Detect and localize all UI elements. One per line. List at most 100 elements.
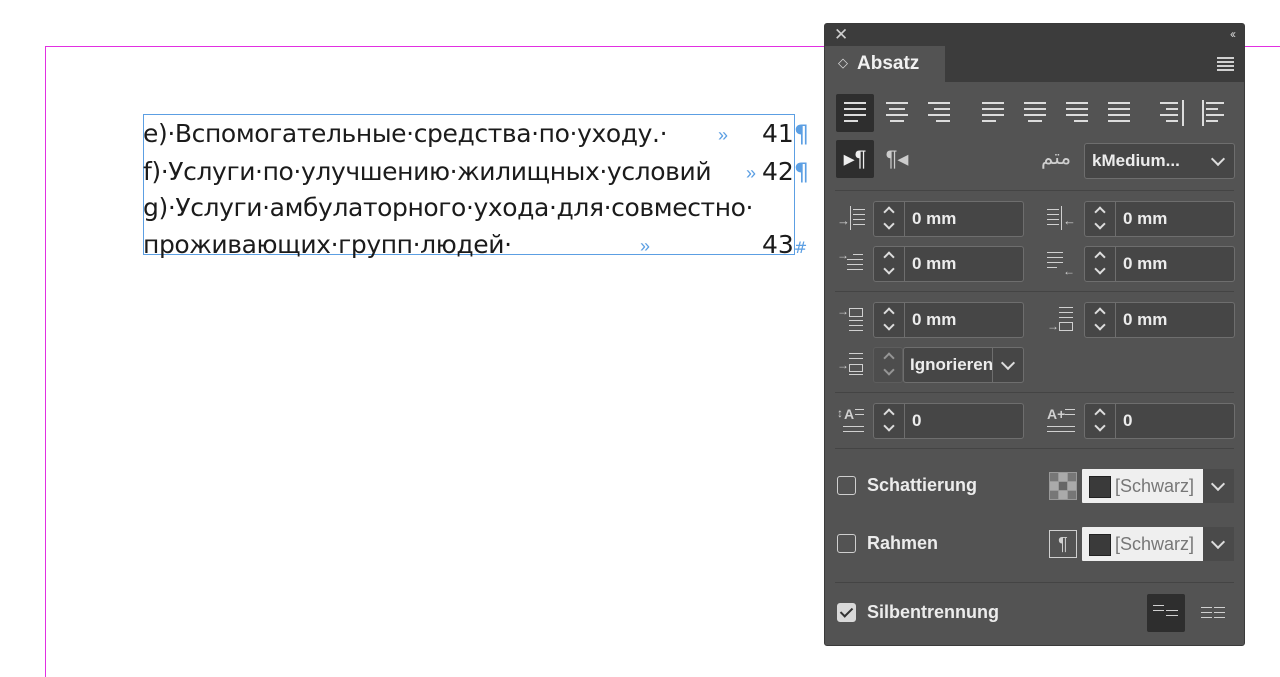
- space-after-value[interactable]: 0 mm: [1123, 310, 1167, 330]
- spinner-up-icon[interactable]: [882, 205, 896, 215]
- panel-title-bar[interactable]: ✕ ‹‹: [825, 24, 1244, 46]
- shading-color-swatch[interactable]: [Schwarz]: [1082, 469, 1204, 503]
- paragraph-border-icon[interactable]: ¶: [1049, 530, 1077, 558]
- paragraph-composer-button[interactable]: [1195, 594, 1233, 632]
- drop-cap-chars-value[interactable]: 0: [1123, 411, 1132, 431]
- space-before-field[interactable]: 0 mm: [873, 302, 1024, 338]
- hyphenate-checkbox[interactable]: [837, 603, 856, 622]
- chevron-down-icon: [1210, 534, 1226, 550]
- divider: [835, 582, 1234, 583]
- right-indent-field[interactable]: 0 mm: [1084, 201, 1235, 237]
- tab-label: Absatz: [857, 53, 920, 74]
- divider: [835, 291, 1234, 292]
- paragraph-panel: ✕ ‹‹ ◇ Absatz ▸¶ ¶◂ متم kMedium... → 0 m…: [824, 23, 1245, 646]
- left-indent-value[interactable]: 0 mm: [912, 209, 956, 229]
- justify-left-button[interactable]: [974, 94, 1012, 132]
- align-center-button[interactable]: [878, 94, 916, 132]
- spinner-up-icon: [882, 351, 896, 361]
- shading-checkbox[interactable]: [837, 476, 856, 495]
- space-after-field[interactable]: 0 mm: [1084, 302, 1235, 338]
- toc-line-e[interactable]: e)·Вспомогательные·средства·по·уходу.·: [143, 116, 668, 152]
- justify-all-button[interactable]: [1100, 94, 1138, 132]
- drop-cap-lines-value[interactable]: 0: [912, 411, 921, 431]
- spinner-down-icon[interactable]: [882, 322, 896, 332]
- tab-toggle-icon: ◇: [838, 55, 848, 70]
- toc-page-number: 43#: [762, 230, 808, 259]
- drop-cap-lines-icon: ↕ A: [837, 406, 867, 436]
- swatch-color: [1089, 534, 1111, 556]
- pilcrow-mark: ¶: [793, 158, 810, 186]
- toc-line-f[interactable]: f)·Услуги·по·улучшению·жилищных·условий: [143, 154, 712, 190]
- last-line-indent-field[interactable]: 0 mm: [1084, 246, 1235, 282]
- border-checkbox[interactable]: [837, 534, 856, 553]
- left-indent-field[interactable]: 0 mm: [873, 201, 1024, 237]
- panel-menu-icon[interactable]: [1217, 57, 1234, 73]
- spinner-down-icon[interactable]: [882, 266, 896, 276]
- composer-value: kMedium...: [1092, 151, 1180, 170]
- justify-center-button[interactable]: [1016, 94, 1054, 132]
- toc-line-g-cont[interactable]: проживающих·групп·людей·: [143, 227, 512, 263]
- spinner-up-icon[interactable]: [882, 407, 896, 417]
- right-indent-value[interactable]: 0 mm: [1123, 209, 1167, 229]
- spinner-up-icon[interactable]: [1093, 407, 1107, 417]
- divider: [835, 190, 1234, 191]
- align-toward-spine-button[interactable]: [1154, 94, 1192, 132]
- drop-cap-lines-field[interactable]: 0: [873, 403, 1024, 439]
- spinner-up-icon[interactable]: [1093, 250, 1107, 260]
- toc-page-number: 41¶: [762, 119, 810, 148]
- shading-grid-icon[interactable]: [1049, 472, 1077, 500]
- align-right-button[interactable]: [920, 94, 958, 132]
- spinner-down-icon[interactable]: [882, 423, 896, 433]
- align-to-grid-value: Ignorieren: [910, 355, 992, 374]
- tab-marker: »: [640, 236, 651, 256]
- left-indent-icon: →: [837, 204, 867, 234]
- spinner-down-icon[interactable]: [1093, 423, 1107, 433]
- spinner-down-icon[interactable]: [1093, 266, 1107, 276]
- toc-line-g[interactable]: g)·Услуги·амбулаторного·ухода·для·совмес…: [143, 190, 753, 226]
- spinner-down-icon[interactable]: [1093, 221, 1107, 231]
- pilcrow-mark: ¶: [793, 120, 810, 148]
- close-icon[interactable]: ✕: [834, 25, 848, 45]
- story-end-mark: #: [793, 238, 808, 257]
- divider: [835, 448, 1234, 449]
- composer-dropdown[interactable]: kMedium...: [1084, 143, 1235, 179]
- panel-tab-row: ◇ Absatz: [825, 46, 1244, 82]
- spinner-up-icon[interactable]: [1093, 306, 1107, 316]
- first-line-indent-icon: →: [837, 248, 867, 279]
- drop-cap-chars-field[interactable]: 0: [1084, 403, 1235, 439]
- tab-marker: »: [746, 163, 757, 183]
- align-away-spine-button[interactable]: [1196, 94, 1234, 132]
- last-line-indent-value[interactable]: 0 mm: [1123, 254, 1167, 274]
- space-before-value[interactable]: 0 mm: [912, 310, 956, 330]
- tab-absatz[interactable]: ◇ Absatz: [825, 46, 945, 82]
- drop-cap-chars-icon: A+: [1047, 406, 1077, 436]
- spinner-up-icon[interactable]: [882, 250, 896, 260]
- rtl-direction-button[interactable]: ¶◂: [878, 140, 916, 178]
- collapse-icon[interactable]: ‹‹: [1230, 27, 1236, 41]
- spinner-up-icon[interactable]: [1093, 205, 1107, 215]
- toc-page-number: 42¶: [762, 157, 810, 186]
- shading-label: Schattierung: [867, 475, 978, 495]
- spinner-down-icon[interactable]: [882, 221, 896, 231]
- chevron-down-icon: [1000, 355, 1016, 371]
- align-left-button[interactable]: [836, 94, 874, 132]
- hyphenate-label: Silbentrennung: [867, 602, 999, 622]
- spinner-up-icon[interactable]: [882, 306, 896, 316]
- align-to-grid-spinner[interactable]: [873, 347, 903, 383]
- shading-dropdown[interactable]: [1203, 469, 1234, 503]
- border-dropdown[interactable]: [1203, 527, 1234, 561]
- ltr-direction-button[interactable]: ▸¶: [836, 140, 874, 178]
- border-swatch-name: [Schwarz]: [1115, 534, 1195, 554]
- spinner-down-icon[interactable]: [1093, 322, 1107, 332]
- single-line-composer-button[interactable]: [1147, 594, 1185, 632]
- margin-guide-left: [45, 46, 46, 677]
- space-after-icon: →: [1047, 305, 1077, 335]
- first-line-indent-value[interactable]: 0 mm: [912, 254, 956, 274]
- first-line-indent-field[interactable]: 0 mm: [873, 246, 1024, 282]
- border-color-swatch[interactable]: [Schwarz]: [1082, 527, 1204, 561]
- shading-swatch-name: [Schwarz]: [1115, 476, 1195, 496]
- align-to-grid-dropdown[interactable]: Ignorieren: [903, 347, 1024, 383]
- justify-right-button[interactable]: [1058, 94, 1096, 132]
- arabic-kashida-icon: متم: [1041, 145, 1072, 169]
- align-to-grid-icon: →: [837, 351, 867, 381]
